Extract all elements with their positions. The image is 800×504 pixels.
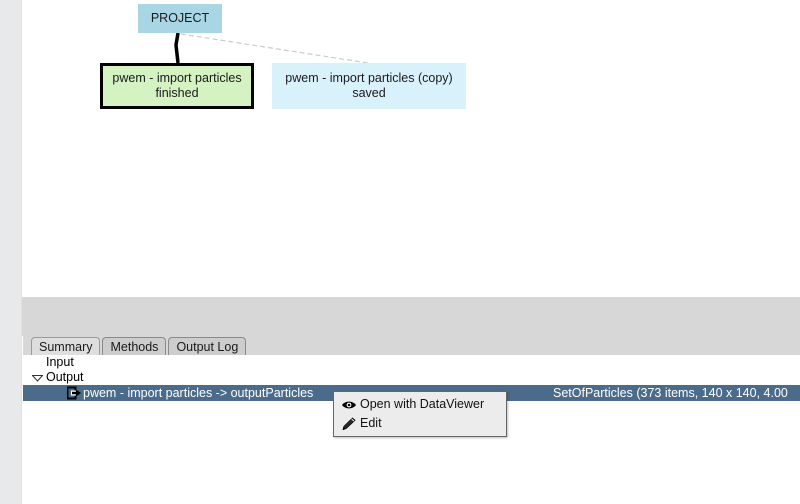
output-arrow-icon (66, 386, 81, 400)
edge-project-to-import-particles (174, 32, 180, 64)
tree-row-output-label: Output (46, 370, 84, 384)
edge-project-to-import-particles-copy (180, 33, 369, 64)
pencil-icon (340, 416, 357, 431)
eye-icon (340, 397, 357, 412)
left-gutter-strip (0, 0, 22, 504)
tab-output-log[interactable]: Output Log (168, 337, 247, 355)
context-menu[interactable]: Open with DataViewer Edit (333, 391, 507, 437)
chevron-down-icon[interactable] (31, 370, 44, 385)
splitter-gutter-cap (0, 297, 22, 336)
tree-row-input-label: Input (46, 355, 74, 369)
menu-item-open-with-dataviewer[interactable]: Open with DataViewer (334, 395, 506, 414)
menu-item-edit-label: Edit (360, 416, 382, 430)
eye-glyph (341, 401, 356, 408)
graph-node-import-particles[interactable]: pwem - import particles finished (100, 63, 254, 109)
panel-splitter[interactable] (0, 297, 800, 336)
menu-item-edit[interactable]: Edit (334, 414, 506, 433)
tab-methods[interactable]: Methods (102, 337, 167, 355)
project-graph-canvas[interactable]: PROJECT pwem - import particles finished… (23, 0, 800, 297)
tree-row-output-particles-info: SetOfParticles (373 items, 140 x 140, 4.… (553, 386, 788, 400)
graph-node-import-particles-copy[interactable]: pwem - import particles (copy) saved (272, 63, 466, 109)
output-arrow-glyph (66, 386, 81, 400)
graph-node-project[interactable]: PROJECT (138, 4, 222, 33)
chevron-down-glyph (32, 374, 43, 382)
detail-tab-strip: Summary Methods Output Log (23, 336, 800, 355)
pencil-glyph (342, 417, 356, 430)
graph-edges (174, 32, 369, 64)
menu-item-open-with-dataviewer-label: Open with DataViewer (360, 397, 485, 411)
tree-row-output[interactable]: Output (23, 370, 800, 385)
tree-row-input[interactable]: Input (23, 355, 800, 370)
tab-summary[interactable]: Summary (31, 337, 101, 355)
tree-row-output-particles-label: pwem - import particles -> outputParticl… (83, 386, 314, 400)
